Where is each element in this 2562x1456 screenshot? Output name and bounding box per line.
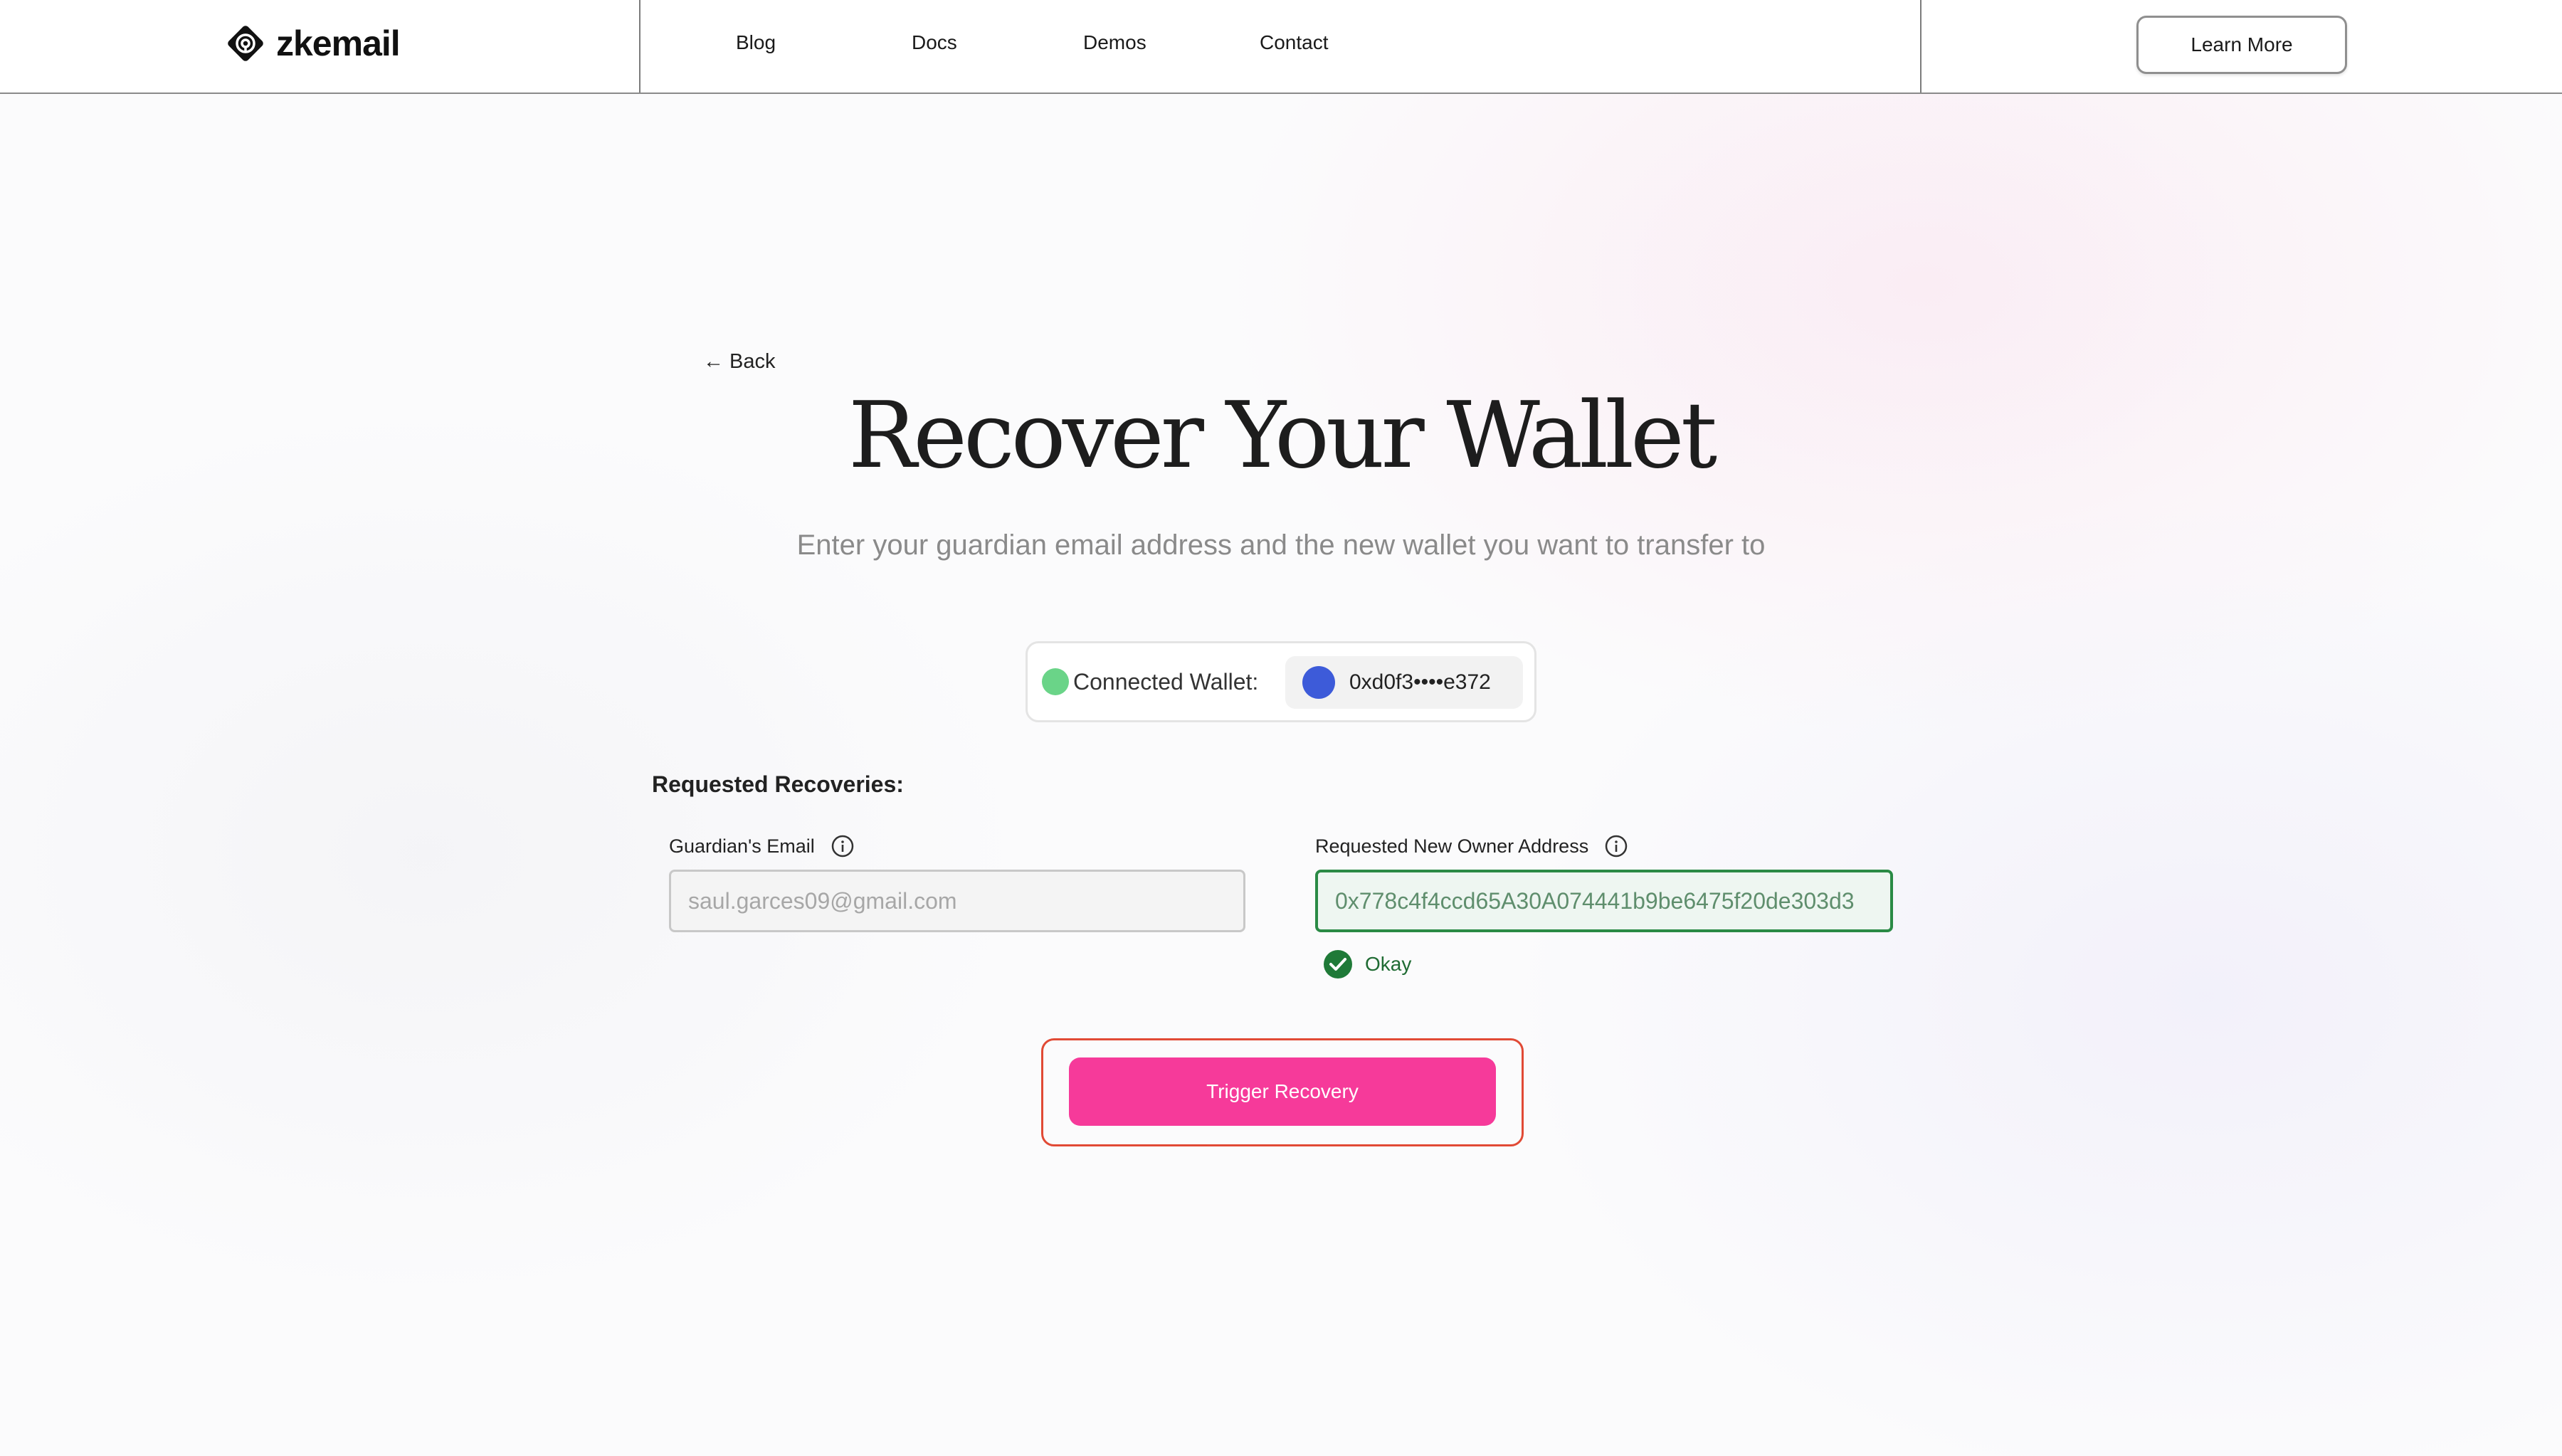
- recover-wallet-page: ← Back Recover Your Wallet Enter your gu…: [0, 0, 2562, 1456]
- validation-text: Okay: [1365, 953, 1412, 975]
- connection-status-icon: [1042, 668, 1069, 695]
- trigger-recovery-button[interactable]: Trigger Recovery: [1069, 1057, 1496, 1126]
- page-title: Recover Your Wallet: [848, 383, 1717, 489]
- top-navbar: zkemail Blog Docs Demos Contact Learn Mo…: [0, 0, 2562, 94]
- header-divider-right: [1920, 0, 1922, 93]
- connected-wallet-label: Connected Wallet:: [1073, 668, 1259, 695]
- page-subtitle: Enter your guardian email address and th…: [796, 529, 1766, 561]
- info-icon[interactable]: [831, 834, 855, 858]
- zkemail-logo-icon: [228, 26, 263, 61]
- new-owner-address-label: Requested New Owner Address: [1315, 835, 1589, 857]
- wallet-account-pill[interactable]: 0xd0f3••••e372: [1285, 656, 1523, 709]
- nav-demos[interactable]: Demos: [1083, 31, 1146, 54]
- header-divider-left: [639, 0, 640, 93]
- back-label: Back: [729, 350, 776, 373]
- back-link[interactable]: ← Back: [703, 350, 775, 374]
- wallet-address: 0xd0f3••••e372: [1349, 670, 1491, 694]
- guardian-email-label-row: Guardian's Email: [669, 834, 855, 858]
- requested-recoveries-heading: Requested Recoveries:: [652, 771, 904, 797]
- nav-contact[interactable]: Contact: [1260, 31, 1329, 54]
- nav-docs[interactable]: Docs: [912, 31, 957, 54]
- brand-logo[interactable]: zkemail: [223, 21, 401, 65]
- brand-name: zkemail: [276, 23, 401, 63]
- guardian-email-label: Guardian's Email: [669, 835, 815, 857]
- arrow-left-icon: ←: [703, 350, 724, 373]
- nav-blog[interactable]: Blog: [736, 31, 776, 54]
- address-validation-status: Okay: [1322, 949, 1411, 980]
- info-icon[interactable]: [1604, 834, 1628, 858]
- learn-more-button[interactable]: Learn More: [2136, 16, 2347, 74]
- check-circle-icon: [1324, 950, 1352, 978]
- new-owner-address-input[interactable]: 0x778c4f4ccd65A30A074441b9be6475f20de303…: [1315, 870, 1893, 932]
- connected-wallet-card: Connected Wallet: 0xd0f3••••e372: [1026, 641, 1536, 722]
- wallet-avatar-icon: [1302, 666, 1335, 699]
- new-owner-label-row: Requested New Owner Address: [1315, 834, 1628, 858]
- guardian-email-input[interactable]: saul.garces09@gmail.com: [669, 870, 1245, 932]
- trigger-recovery-highlight: Trigger Recovery: [1041, 1038, 1524, 1146]
